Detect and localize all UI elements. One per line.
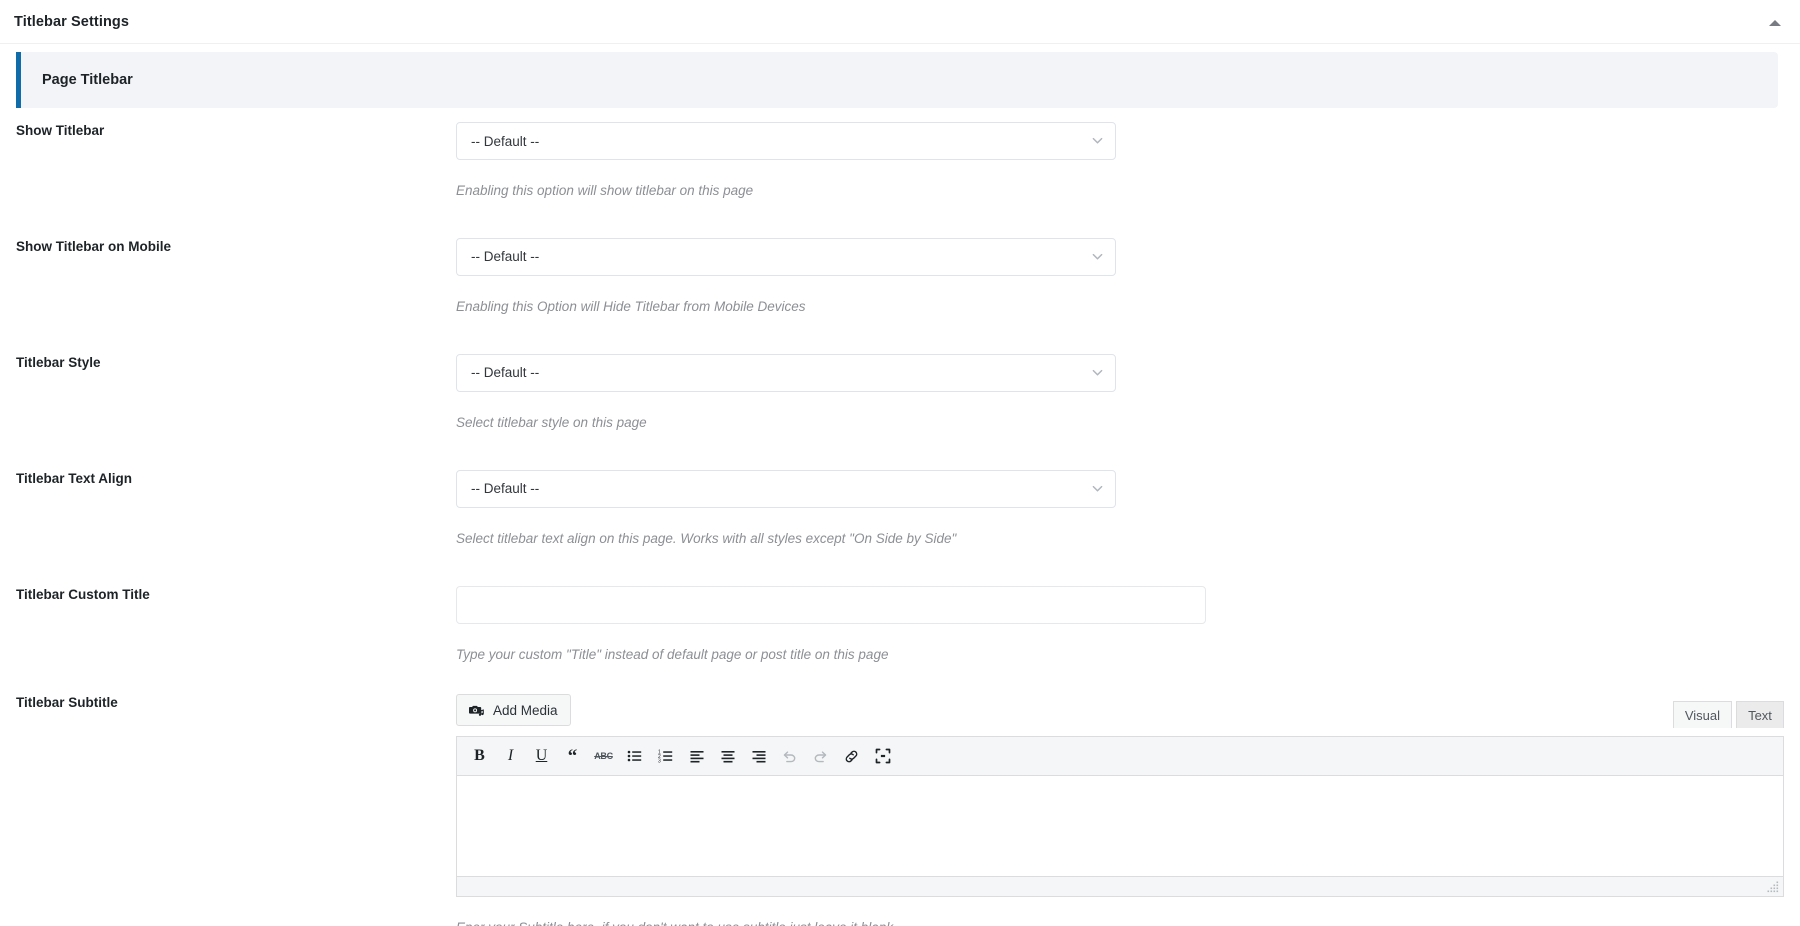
field-label-titlebar-style: Titlebar Style <box>16 354 101 370</box>
italic-icon[interactable]: I <box>496 742 525 771</box>
subtitle-editor-content[interactable] <box>457 776 1783 878</box>
add-media-icon <box>469 703 484 718</box>
strikethrough-icon[interactable]: ABC <box>589 742 618 771</box>
field-help-show-titlebar: Enabling this option will show titlebar … <box>456 183 754 198</box>
align-center-icon[interactable] <box>713 742 742 771</box>
add-media-button[interactable]: Add Media <box>456 694 571 727</box>
select-wrap-titlebar-text-align: -- Default -- <box>456 469 1116 508</box>
undo-icon[interactable] <box>775 742 804 771</box>
field-help-titlebar-custom-title: Type your custom "Title" instead of defa… <box>456 646 889 662</box>
titlebar-settings-page: Titlebar Settings Page Titlebar Show Tit… <box>0 0 1800 926</box>
subtitle-editor: B I U “ ABC 1 2 3 <box>456 736 1784 898</box>
field-label-show-titlebar: Show Titlebar <box>16 123 105 138</box>
field-help-titlebar-style: Select titlebar style on this page <box>456 414 647 430</box>
panel-collapse-toggle[interactable] <box>1764 12 1786 34</box>
align-left-icon[interactable] <box>682 742 711 771</box>
tab-visual[interactable]: Visual <box>1672 701 1732 729</box>
editor-toolbar-top: Add Media Visual Text <box>456 694 1784 729</box>
field-row-show-titlebar-on-mobile: Show Titlebar on Mobile -- Default -- En… <box>0 237 1800 317</box>
field-label-titlebar-custom-title: Titlebar Custom Title <box>16 586 150 602</box>
field-row-titlebar-text-align: Titlebar Text Align -- Default -- Select… <box>0 469 1800 549</box>
select-titlebar-text-align[interactable]: -- Default -- <box>456 469 1116 508</box>
editor-statusbar <box>457 877 1783 897</box>
field-label-show-titlebar-on-mobile: Show Titlebar on Mobile <box>16 238 172 254</box>
field-row-show-titlebar: Show Titlebar -- Default -- Enabling thi… <box>0 122 1800 201</box>
editor-format-toolbar: B I U “ ABC 1 2 3 <box>457 737 1783 777</box>
field-label-titlebar-subtitle: Titlebar Subtitle <box>16 695 118 711</box>
field-help-titlebar-subtitle: Ener your Subtitle here. if you don't wa… <box>456 919 1800 926</box>
insert-link-icon[interactable] <box>837 742 866 771</box>
field-help-titlebar-text-align: Select titlebar text align on this page.… <box>456 530 957 546</box>
page-title: Titlebar Settings <box>14 13 130 30</box>
svg-text:3: 3 <box>658 759 661 765</box>
select-show-titlebar[interactable]: -- Default -- <box>456 122 1116 160</box>
bold-icon[interactable]: B <box>465 742 494 771</box>
field-help-show-titlebar-on-mobile: Enabling this Option will Hide Titlebar … <box>456 298 806 314</box>
section-banner-label: Page Titlebar <box>42 72 133 88</box>
redo-icon[interactable] <box>806 742 835 771</box>
settings-form: Show Titlebar -- Default -- Enabling thi… <box>0 108 1800 926</box>
panel-header: Titlebar Settings <box>0 0 1800 44</box>
resize-handle-icon[interactable] <box>1767 880 1780 893</box>
field-label-titlebar-text-align: Titlebar Text Align <box>16 470 133 486</box>
select-wrap-show-titlebar: -- Default -- <box>456 122 1116 160</box>
select-wrap-titlebar-style: -- Default -- <box>456 353 1116 392</box>
titlebar-custom-title-input[interactable] <box>456 585 1206 624</box>
numbered-list-icon[interactable]: 1 2 3 <box>651 742 680 771</box>
bulleted-list-icon[interactable] <box>620 742 649 771</box>
underline-icon[interactable]: U <box>527 742 556 771</box>
select-wrap-show-titlebar-on-mobile: -- Default -- <box>456 237 1116 276</box>
blockquote-icon[interactable]: “ <box>558 742 587 771</box>
section-banner-page-titlebar: Page Titlebar <box>16 52 1778 108</box>
fullscreen-icon[interactable] <box>868 742 897 771</box>
editor-mode-tabs: Visual Text <box>1672 701 1784 729</box>
add-media-label: Add Media <box>493 702 558 718</box>
select-show-titlebar-on-mobile[interactable]: -- Default -- <box>456 237 1116 276</box>
field-row-titlebar-subtitle: Titlebar Subtitle Add Media Visual Text … <box>0 694 1800 926</box>
field-row-titlebar-style: Titlebar Style -- Default -- Select titl… <box>0 353 1800 433</box>
tab-text[interactable]: Text <box>1736 701 1784 729</box>
caret-up-icon <box>1769 20 1781 26</box>
align-right-icon[interactable] <box>744 742 773 771</box>
field-row-titlebar-custom-title: Titlebar Custom Title Type your custom "… <box>0 585 1800 665</box>
select-titlebar-style[interactable]: -- Default -- <box>456 353 1116 392</box>
